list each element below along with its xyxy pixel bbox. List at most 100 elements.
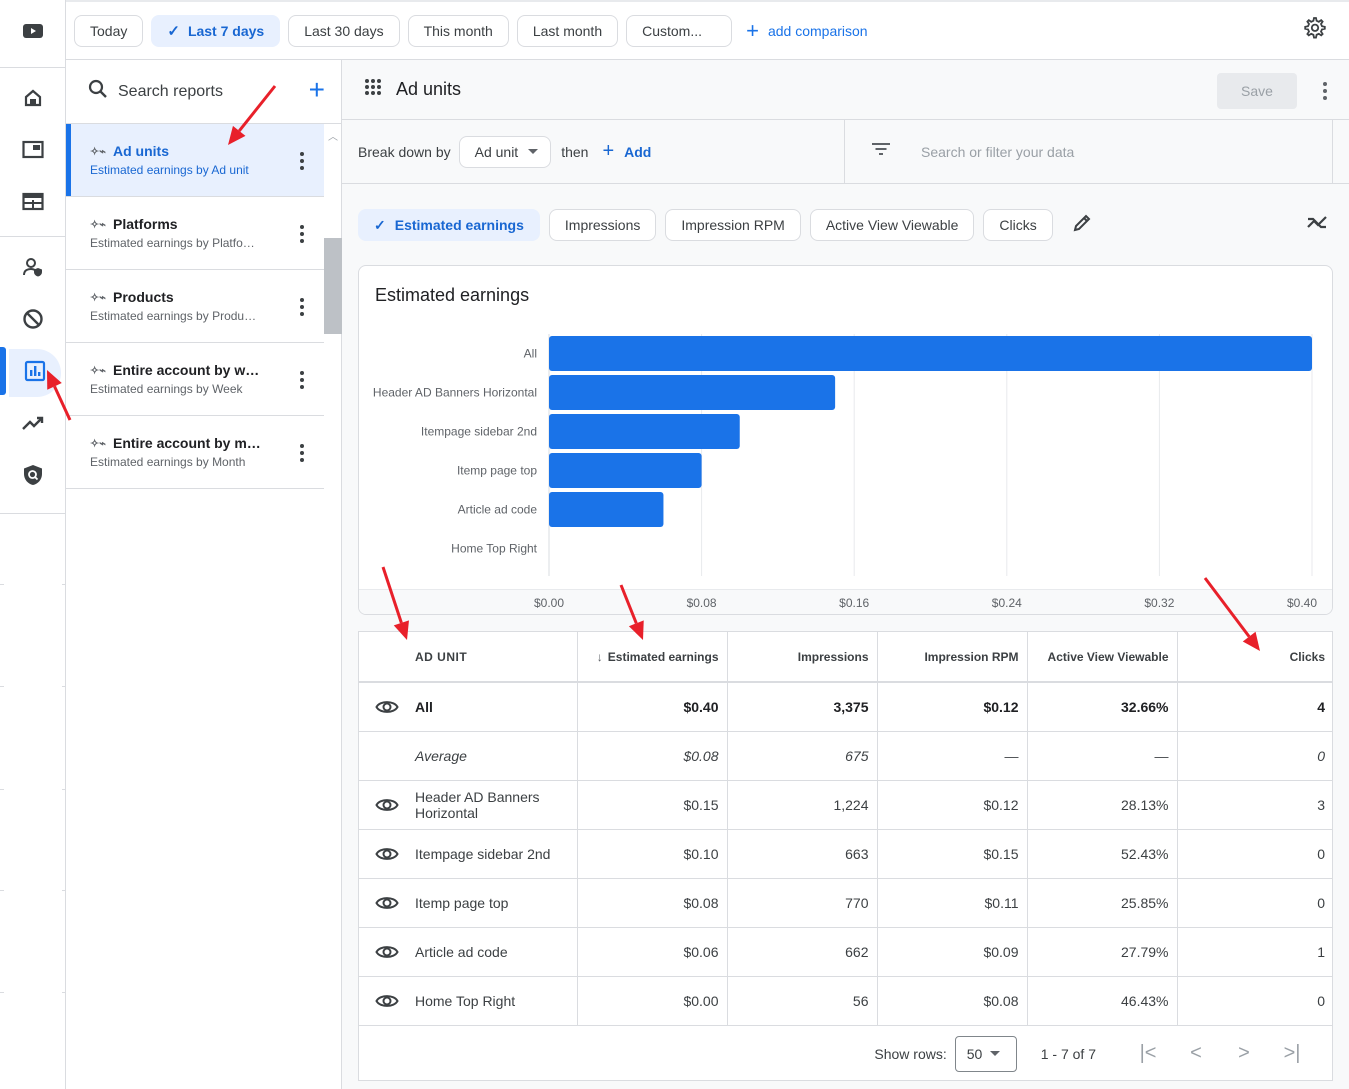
ad-unit-cell-content: Average bbox=[359, 748, 569, 764]
report-item[interactable]: ✧⌁ Entire account by m… Estimated earnings… bbox=[66, 416, 324, 489]
metric-cell: 663 bbox=[727, 829, 878, 879]
ad-unit-cell-content: Article ad code bbox=[359, 944, 569, 960]
date-chip-last-month[interactable]: Last month bbox=[516, 14, 619, 47]
rows-per-page-select[interactable]: 50 bbox=[954, 1035, 1017, 1072]
more-options-icon[interactable] bbox=[1323, 82, 1327, 103]
add-comparison-label: add comparison bbox=[767, 22, 868, 39]
date-chip-today[interactable]: Today bbox=[74, 14, 144, 47]
rail-item-reports[interactable] bbox=[0, 347, 65, 399]
report-subtitle: Estimated earnings by Ad unit bbox=[90, 163, 249, 177]
visibility-eye-icon[interactable] bbox=[359, 944, 415, 960]
bar[interactable] bbox=[549, 414, 740, 449]
add-comparison-button[interactable]: + add comparison bbox=[746, 18, 867, 44]
date-chip-last-7-days[interactable]: ✓ Last 7 days bbox=[151, 14, 281, 47]
first-page-icon[interactable]: |< bbox=[1124, 1042, 1172, 1065]
metric-cell: 3,375 bbox=[727, 682, 878, 732]
scroll-thumb[interactable] bbox=[324, 238, 342, 334]
last-page-icon[interactable]: >| bbox=[1268, 1042, 1316, 1065]
breakdown-controls: Break down by Ad unit then + Add bbox=[342, 120, 845, 183]
ad-unit-name: Home Top Right bbox=[415, 992, 516, 1009]
hide-chart-icon[interactable] bbox=[1307, 214, 1327, 235]
rail-item-account-access[interactable] bbox=[0, 243, 65, 295]
filter-input[interactable]: Search or filter your data bbox=[921, 144, 1074, 160]
youtube-icon[interactable] bbox=[22, 23, 44, 44]
ad-unit-name: Article ad code bbox=[415, 943, 508, 960]
report-item[interactable]: ✧⌁ Entire account by w… Estimated earnings… bbox=[66, 343, 324, 416]
settings-gear-icon[interactable] bbox=[1303, 16, 1327, 45]
metric-chip[interactable]: Active View Viewable bbox=[809, 209, 975, 241]
report-item[interactable]: ✧⌁ Ad units Estimated earnings by Ad unit bbox=[66, 124, 324, 197]
filter-icon[interactable] bbox=[871, 142, 891, 161]
rail-item-sites[interactable] bbox=[0, 126, 65, 178]
report-more-icon[interactable] bbox=[300, 371, 304, 392]
sparkle-trend-icon: ✧⌁ bbox=[90, 291, 106, 304]
report-more-icon[interactable] bbox=[300, 225, 304, 246]
visibility-eye-icon[interactable] bbox=[359, 846, 415, 862]
adsense-reports-app: Today ✓ Last 7 days Last 30 days This mon… bbox=[0, 0, 1349, 1089]
visibility-eye-icon[interactable] bbox=[359, 993, 415, 1009]
date-chip-this-month[interactable]: This month bbox=[407, 14, 509, 47]
metric-cell: — bbox=[877, 731, 1028, 781]
apps-grid-icon[interactable] bbox=[364, 78, 382, 101]
metric-chip[interactable]: Clicks bbox=[983, 209, 1053, 241]
search-reports-input[interactable]: Search reports bbox=[118, 83, 223, 101]
report-item[interactable]: ✧⌁ Products Estimated earnings by Produ… bbox=[66, 270, 324, 343]
report-title: Ad units bbox=[396, 79, 462, 99]
next-page-icon[interactable]: > bbox=[1220, 1042, 1268, 1065]
ad-unit-cell: Itempage sidebar 2nd bbox=[359, 829, 578, 879]
report-name: Platforms bbox=[113, 216, 178, 232]
rail-item-optimization[interactable] bbox=[0, 399, 65, 451]
rail-item-home[interactable] bbox=[0, 74, 65, 126]
bar[interactable] bbox=[549, 453, 702, 488]
column-header-label: Impression RPM bbox=[924, 649, 1019, 664]
metric-cell: $0.40 bbox=[577, 682, 728, 732]
filter-bar[interactable]: Search or filter your data bbox=[845, 120, 1333, 183]
chip-label: Last 30 days bbox=[304, 22, 384, 39]
column-header[interactable]: Active View Viewable bbox=[1027, 632, 1178, 683]
column-header[interactable]: AD UNIT bbox=[359, 632, 578, 683]
visibility-eye-icon[interactable] bbox=[359, 699, 415, 715]
new-report-plus-icon[interactable]: + bbox=[309, 76, 325, 104]
column-header[interactable]: Clicks bbox=[1177, 632, 1333, 683]
report-subtitle: Estimated earnings by Produ… bbox=[90, 309, 257, 323]
metric-chip[interactable]: ✓ Estimated earnings bbox=[358, 209, 540, 241]
y-category-label: Article ad code bbox=[458, 503, 538, 517]
date-chip-last-30-days[interactable]: Last 30 days bbox=[288, 14, 400, 47]
rail-item-blocking[interactable] bbox=[0, 295, 65, 347]
column-header-label: Active View Viewable bbox=[1047, 649, 1169, 664]
metric-cell: $0.15 bbox=[577, 780, 728, 830]
visibility-eye-icon[interactable] bbox=[359, 895, 415, 911]
rail-item-privacy[interactable] bbox=[0, 451, 65, 503]
metric-chip[interactable]: Impression RPM bbox=[665, 209, 801, 241]
report-more-icon[interactable] bbox=[300, 298, 304, 319]
ad-unit-cell-content: All bbox=[359, 699, 569, 715]
bar[interactable] bbox=[549, 492, 664, 527]
visibility-eye-icon[interactable] bbox=[359, 797, 415, 813]
ad-unit-cell: Article ad code bbox=[359, 927, 578, 977]
column-header[interactable]: Impression RPM bbox=[877, 632, 1028, 683]
scroll-up-icon[interactable]: ︿ bbox=[328, 128, 338, 143]
report-item[interactable]: ✧⌁ Platforms Estimated earnings by Platfo… bbox=[66, 197, 324, 270]
search-reports[interactable]: Search reports + bbox=[66, 60, 341, 124]
previous-page-icon[interactable]: < bbox=[1172, 1042, 1220, 1065]
save-button[interactable]: Save bbox=[1217, 73, 1297, 109]
column-header[interactable]: Impressions bbox=[727, 632, 878, 683]
date-chip-custom[interactable]: Custom... bbox=[626, 14, 733, 47]
metric-chip[interactable]: Impressions bbox=[548, 209, 657, 241]
column-header[interactable]: ↓ Estimated earnings bbox=[577, 632, 728, 683]
report-list-scrollbar[interactable]: ︿ bbox=[324, 124, 342, 1089]
x-tick-label: $0.08 bbox=[687, 596, 717, 610]
bar[interactable] bbox=[549, 336, 1312, 371]
edit-metrics-pencil-icon[interactable] bbox=[1072, 213, 1092, 238]
bar[interactable] bbox=[549, 375, 836, 410]
report-more-icon[interactable] bbox=[300, 152, 304, 173]
metric-cell: $0.12 bbox=[877, 780, 1028, 830]
add-breakdown-button[interactable]: + Add bbox=[602, 140, 651, 163]
report-more-icon[interactable] bbox=[300, 444, 304, 465]
rail-item-ads[interactable] bbox=[0, 178, 65, 230]
metric-chip-label: Impressions bbox=[564, 217, 641, 233]
ad-unit-cell: All bbox=[359, 682, 578, 732]
sparkle-trend-icon: ✧⌁ bbox=[90, 364, 106, 377]
breakdown-dropdown[interactable]: Ad unit bbox=[458, 135, 552, 168]
saved-reports-panel: Search reports + ✧⌁ Ad units Estimated ear… bbox=[66, 60, 342, 1089]
